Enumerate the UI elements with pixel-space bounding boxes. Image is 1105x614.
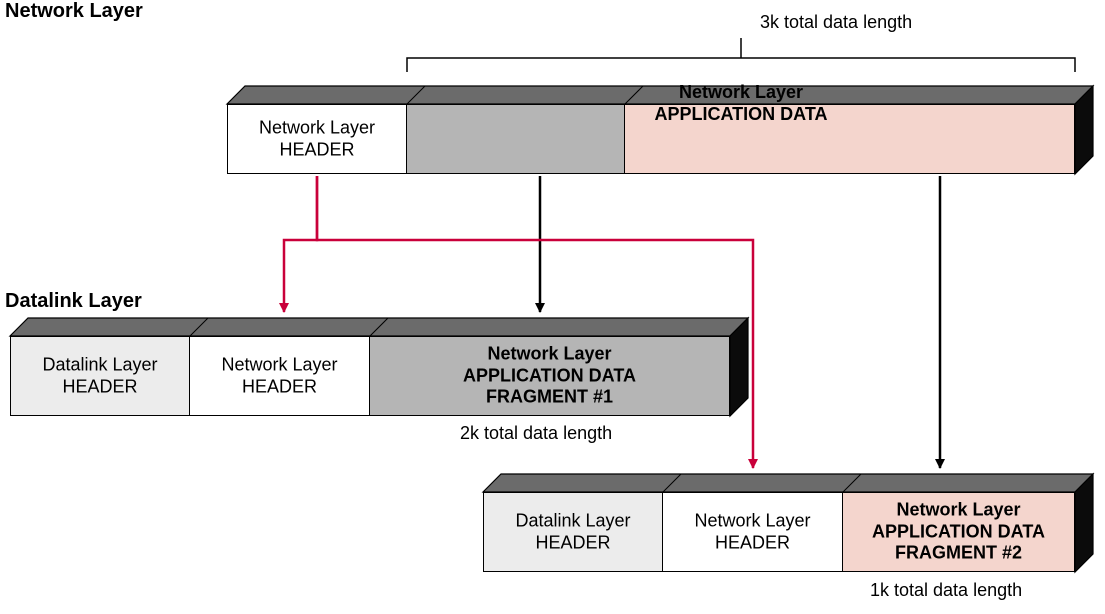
frag1-seg-appdata: Network Layer APPLICATION DATA FRAGMENT … xyxy=(370,336,730,416)
frag2-seg-nl-header: Network Layer HEADER xyxy=(663,492,843,572)
frag1-seg-nl-header: Network Layer HEADER xyxy=(190,336,370,416)
annotation-frag1-length: 2k total data length xyxy=(460,423,612,444)
frag2-seg-dl-header-label: Datalink Layer HEADER xyxy=(484,510,662,553)
annotation-frag2-length: 1k total data length xyxy=(870,580,1022,601)
frag2-seg-nl-header-label: Network Layer HEADER xyxy=(663,510,842,553)
heading-network-layer: Network Layer xyxy=(5,0,143,23)
frag1-seg-nl-header-label: Network Layer HEADER xyxy=(190,354,369,397)
top-seg-nl-header: Network Layer HEADER xyxy=(227,104,407,174)
heading-datalink-layer: Datalink Layer xyxy=(5,290,142,313)
frag1-seg-dl-header: Datalink Layer HEADER xyxy=(10,336,190,416)
frag2-seg-dl-header: Datalink Layer HEADER xyxy=(483,492,663,572)
top-seg-nl-header-label: Network Layer HEADER xyxy=(228,117,406,160)
frag1-seg-appdata-label: Network Layer APPLICATION DATA FRAGMENT … xyxy=(370,344,729,409)
frag1-seg-dl-header-label: Datalink Layer HEADER xyxy=(11,354,189,397)
diagram-stage: { "headings": { "network_layer": "Networ… xyxy=(0,0,1105,614)
frag2-seg-appdata: Network Layer APPLICATION DATA FRAGMENT … xyxy=(843,492,1075,572)
annotation-top-length: 3k total data length xyxy=(760,12,912,33)
frag2-seg-appdata-label: Network Layer APPLICATION DATA FRAGMENT … xyxy=(843,500,1074,565)
top-seg-appdata-label: Network Layer APPLICATION DATA xyxy=(407,69,1075,139)
